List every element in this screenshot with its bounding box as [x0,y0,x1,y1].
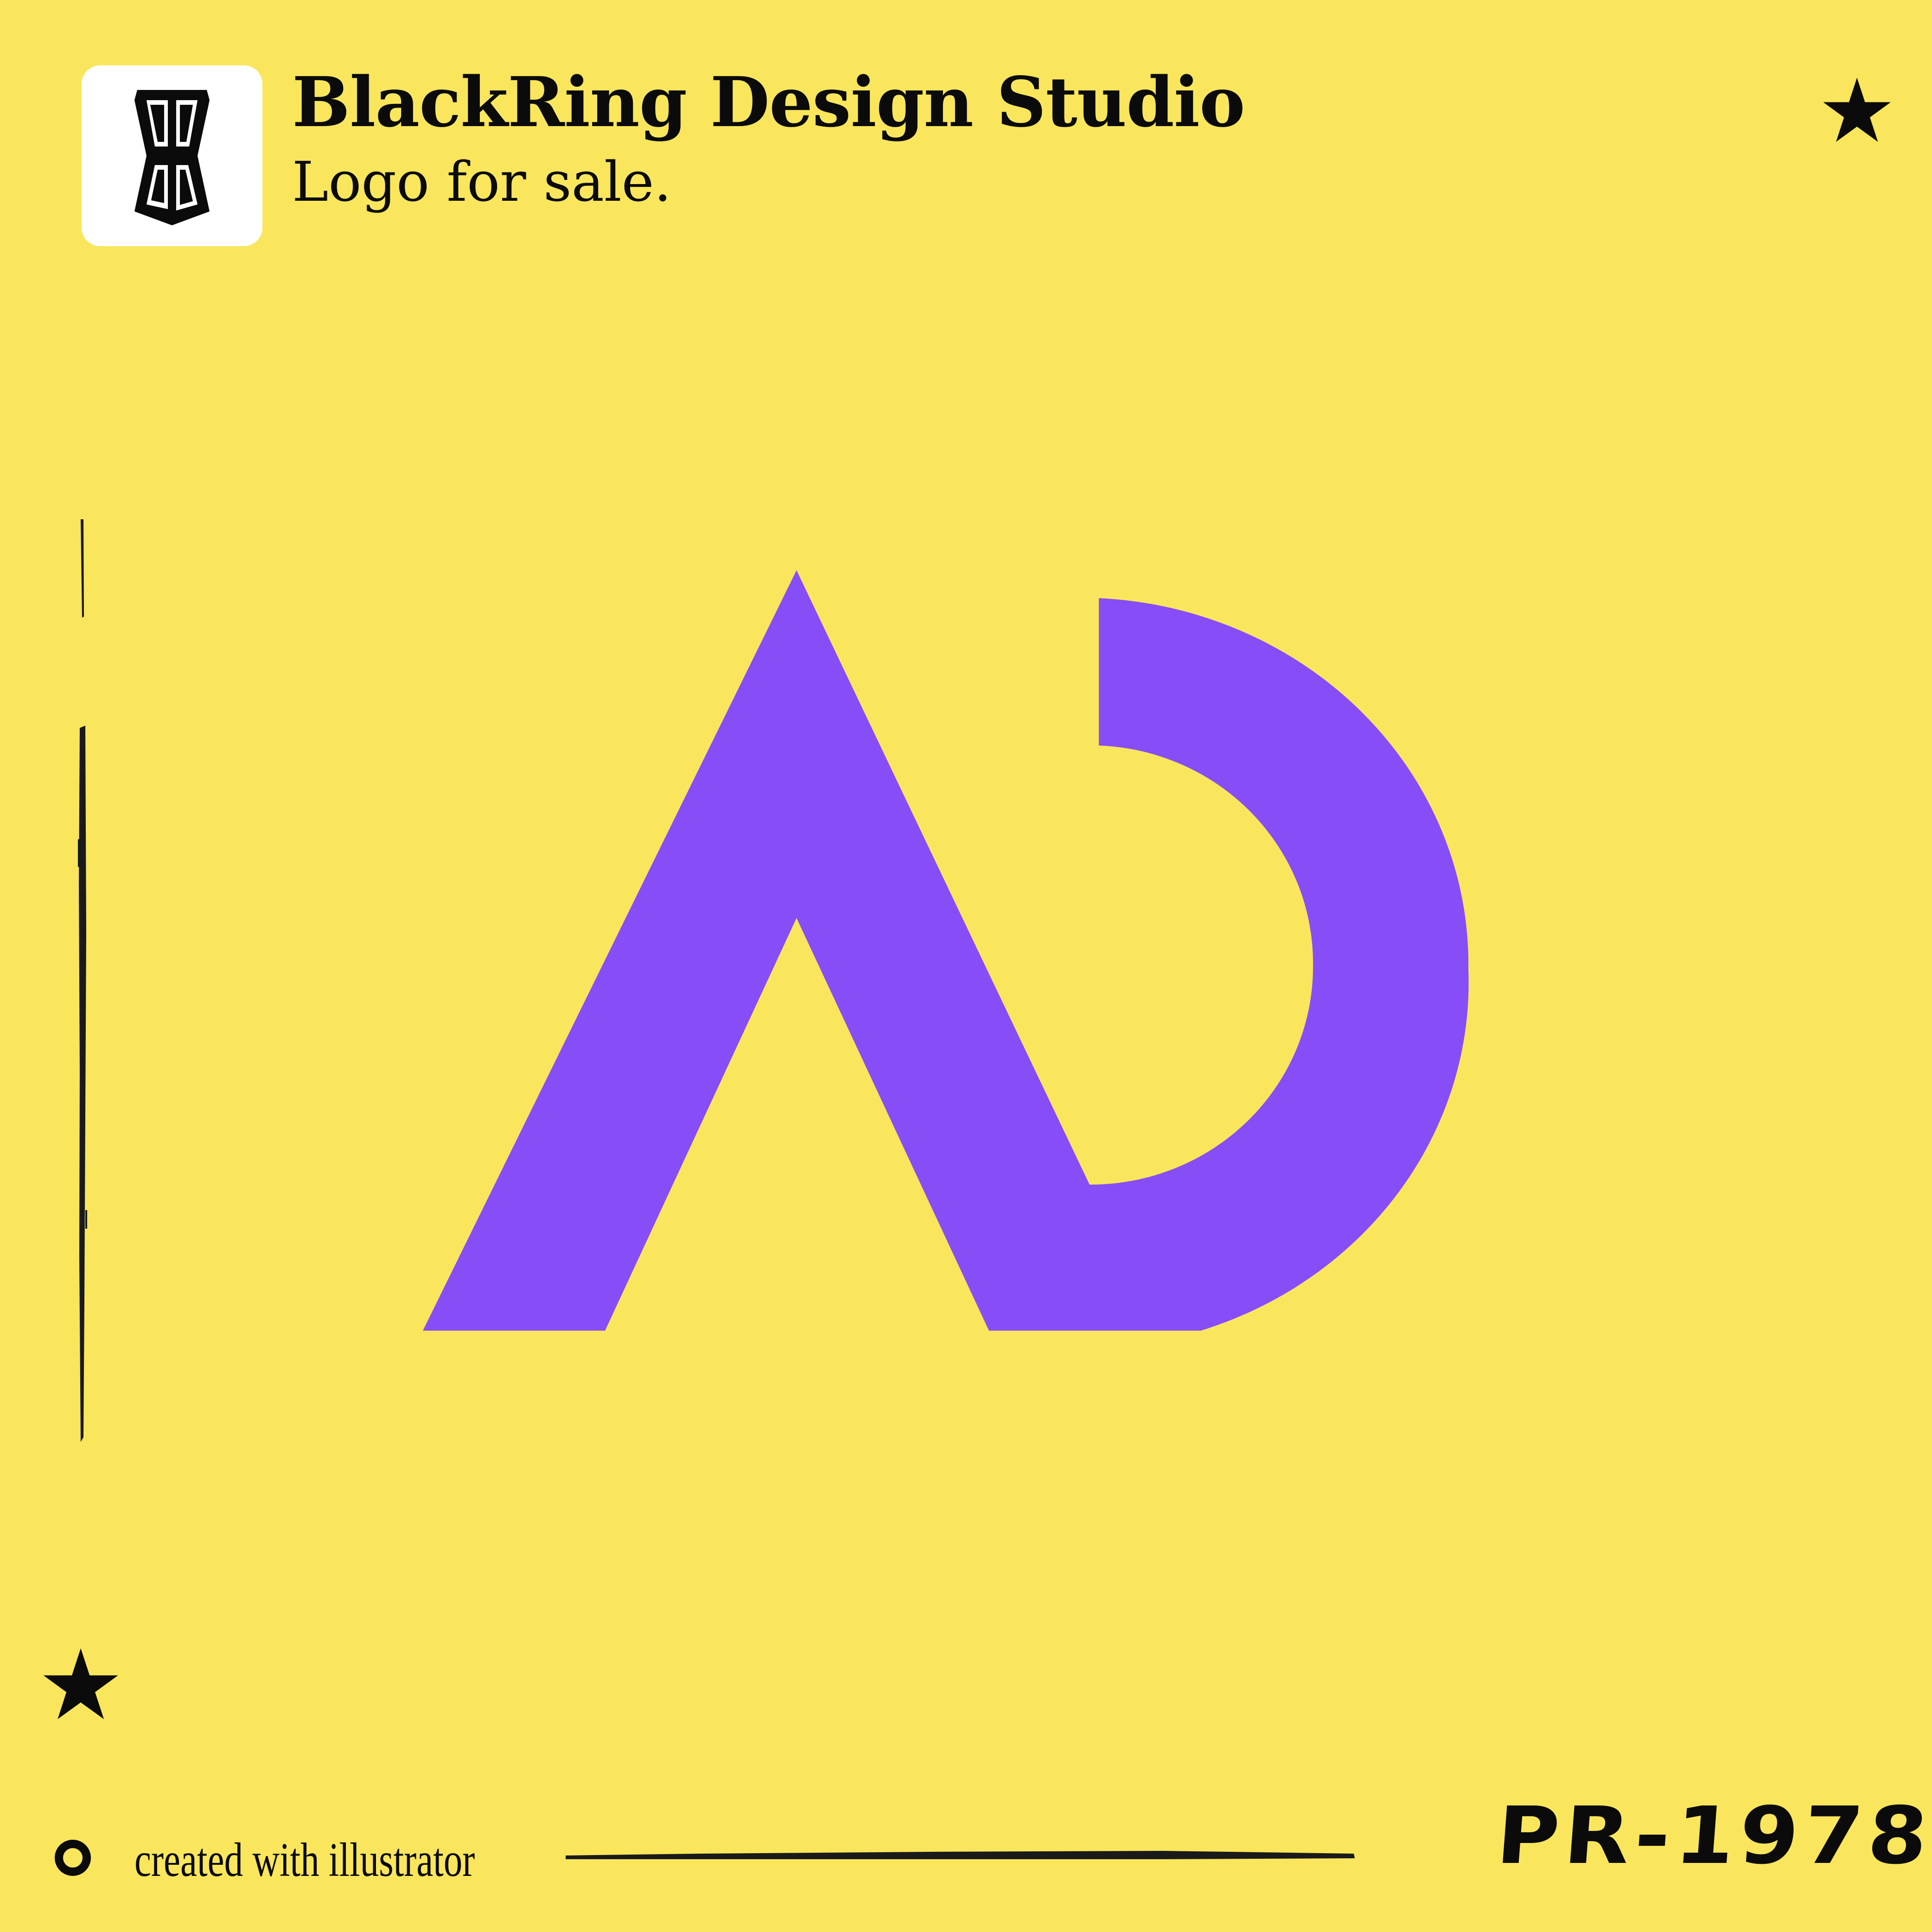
letter-d-shape [1090,598,1469,1331]
brush-stroke-horizontal [566,1851,1355,1859]
circle-icon [55,1840,91,1876]
letter-a-shape [423,570,1185,1331]
brush-stroke-vertical [78,519,87,1442]
footer-credit: created with illustrator [134,1833,475,1887]
ad-monogram-mark [423,570,1469,1331]
product-code: PR-1978 [1493,1790,1932,1882]
